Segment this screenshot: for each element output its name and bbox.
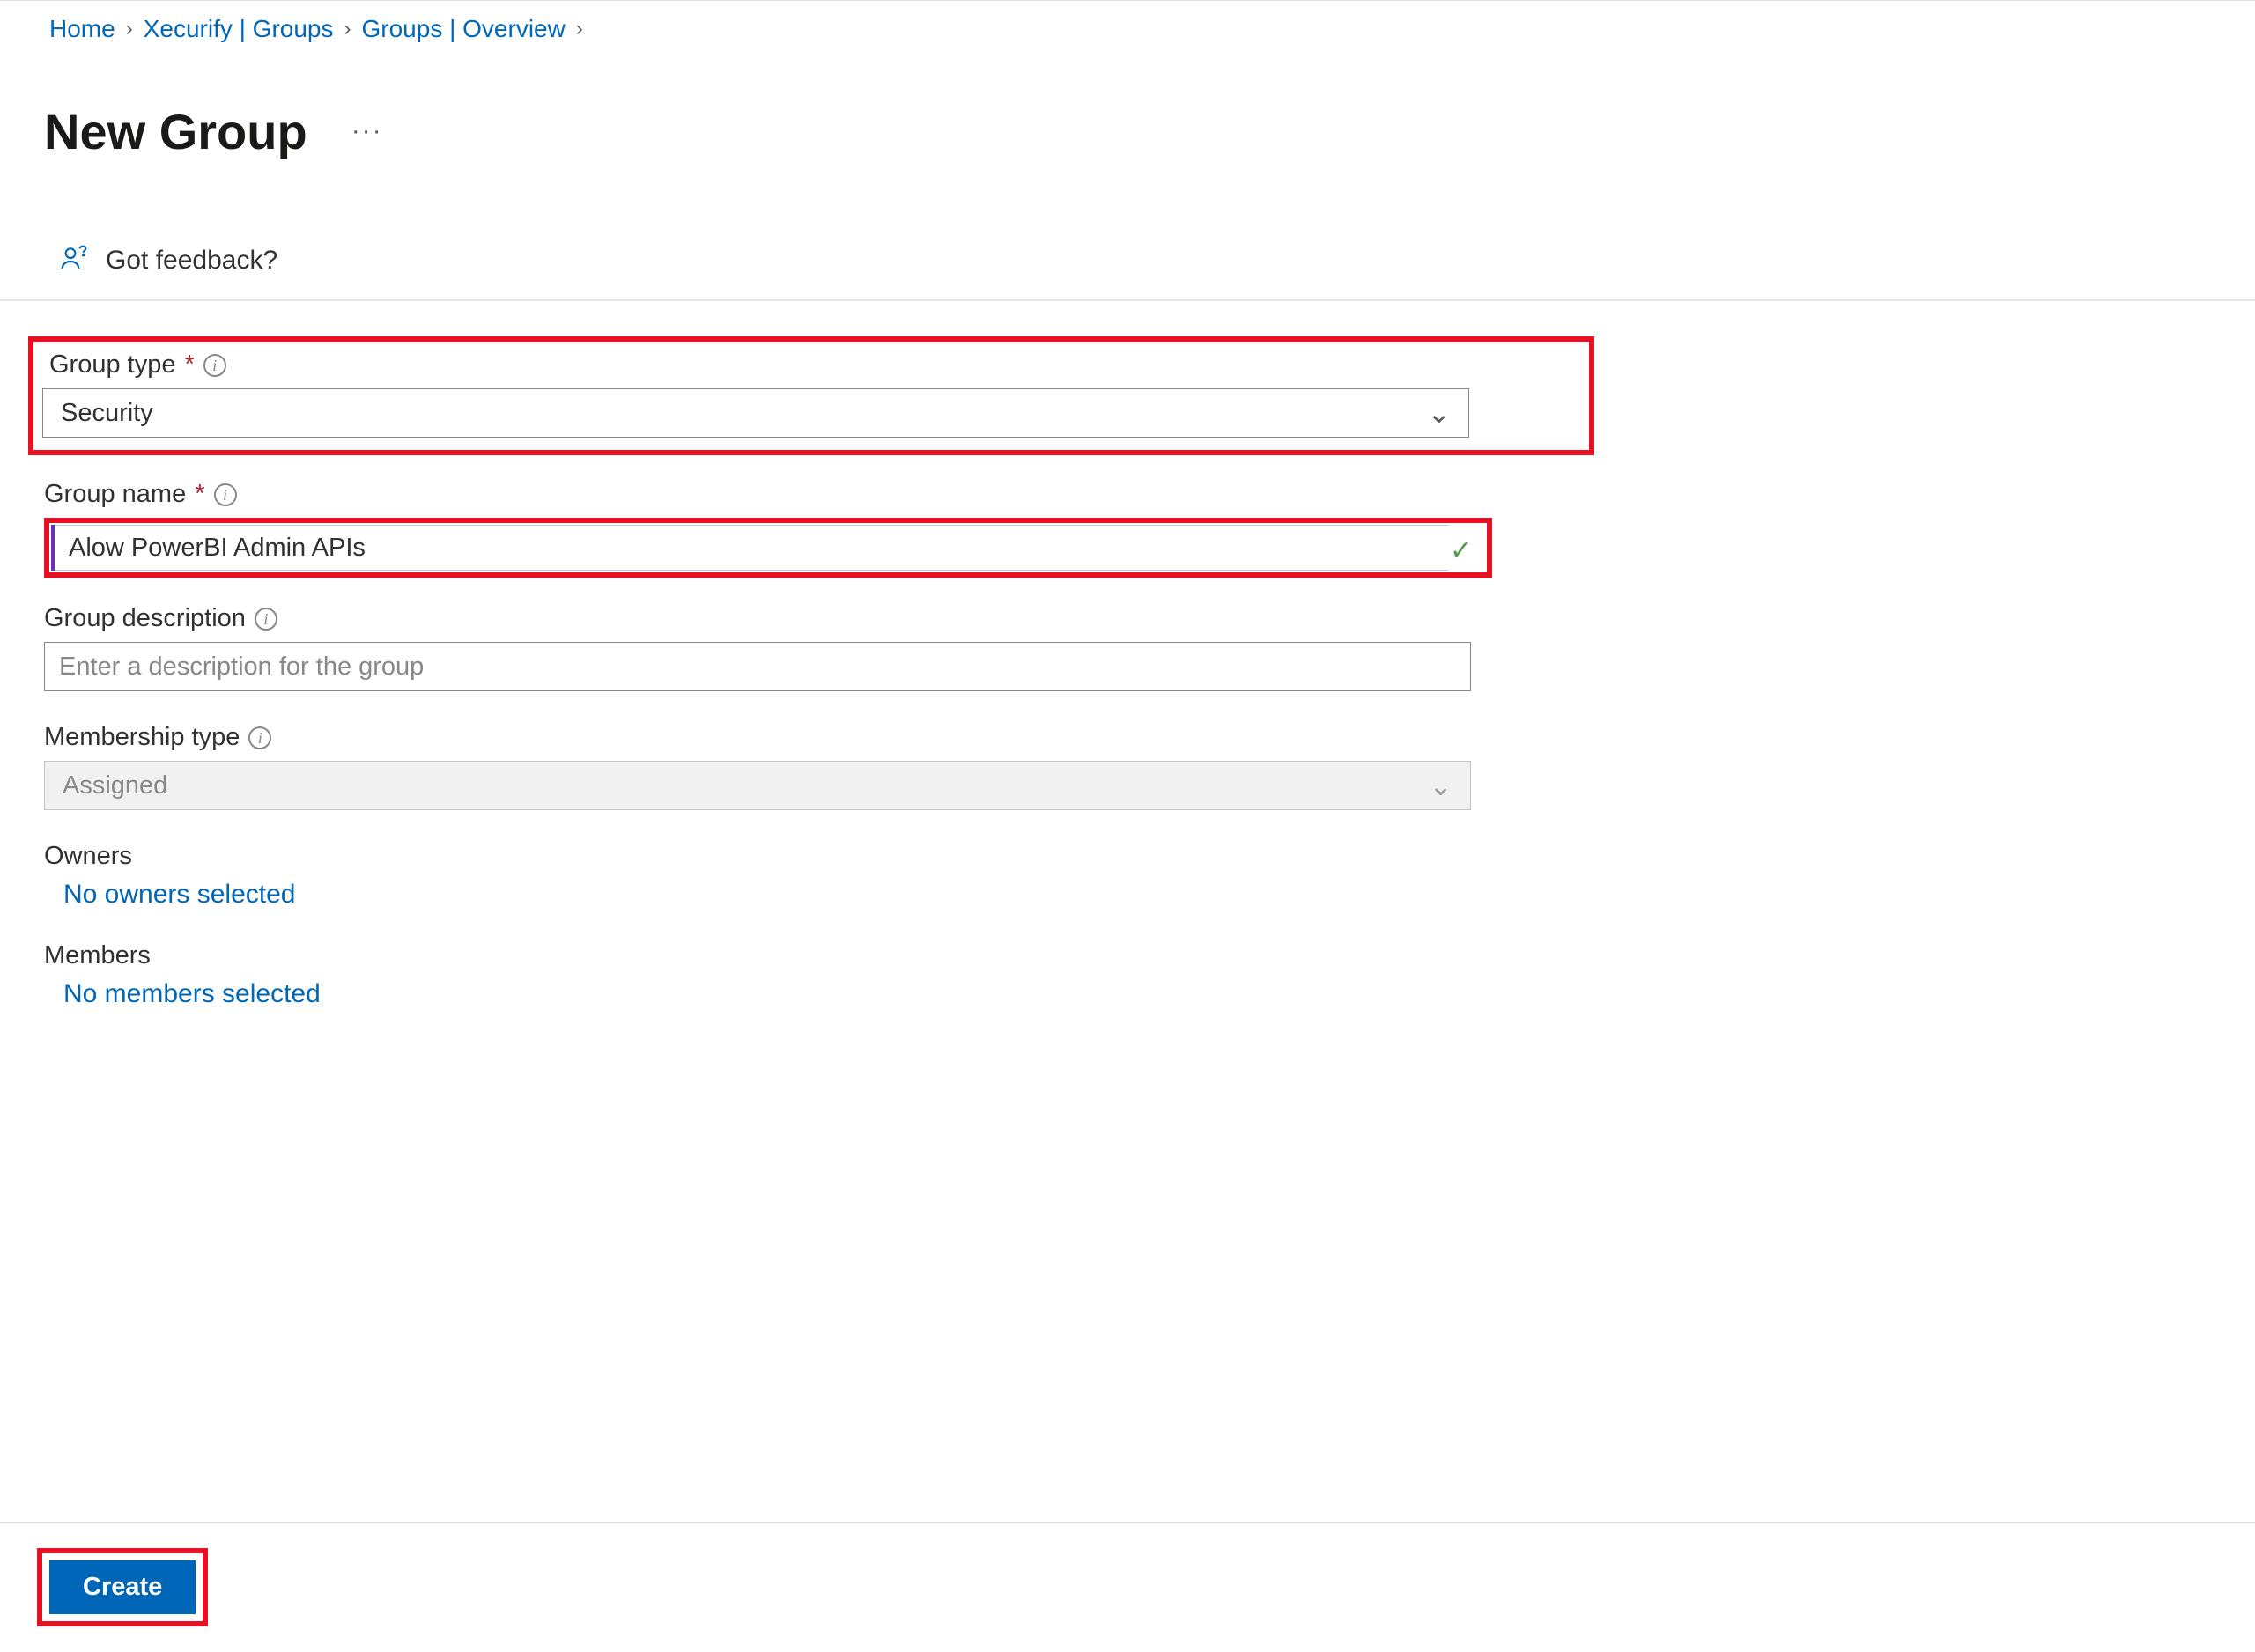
membership-type-value: Assigned — [63, 771, 167, 800]
required-asterisk: * — [195, 480, 204, 509]
owners-label: Owners — [44, 842, 1524, 871]
group-name-label: Group name * i — [44, 480, 1524, 509]
chevron-right-icon: › — [576, 17, 583, 41]
members-label: Members — [44, 941, 1524, 970]
info-icon[interactable]: i — [248, 726, 271, 749]
group-description-label: Group description i — [44, 604, 1524, 633]
membership-type-select: Assigned ⌄ — [44, 761, 1471, 810]
more-actions-icon[interactable]: ··· — [351, 116, 383, 146]
highlight-create: Create — [37, 1548, 208, 1626]
group-description-input[interactable] — [44, 642, 1471, 691]
group-type-label: Group type * i — [49, 350, 1580, 380]
page-title: New Group — [44, 103, 307, 160]
chevron-down-icon: ⌄ — [1429, 769, 1453, 802]
chevron-right-icon: › — [126, 17, 133, 41]
feedback-icon — [60, 244, 88, 277]
info-icon[interactable]: i — [203, 354, 226, 377]
membership-type-label: Membership type i — [44, 723, 1524, 752]
info-icon[interactable]: i — [255, 608, 277, 631]
owners-field: Owners No owners selected — [44, 842, 1524, 910]
chevron-down-icon: ⌄ — [1427, 396, 1451, 430]
feedback-link[interactable]: Got feedback? — [0, 221, 2255, 301]
members-field: Members No members selected — [44, 941, 1524, 1009]
chevron-right-icon: › — [344, 17, 351, 41]
highlight-group-name: ✓ — [44, 518, 1492, 578]
breadcrumb-home[interactable]: Home — [49, 15, 115, 43]
group-type-value: Security — [61, 399, 153, 428]
group-name-input[interactable] — [55, 525, 1448, 571]
membership-type-field: Membership type i Assigned ⌄ — [44, 723, 1524, 810]
owners-link[interactable]: No owners selected — [44, 880, 1524, 910]
create-button[interactable]: Create — [49, 1560, 196, 1614]
highlight-group-type: Group type * i Security ⌄ — [28, 336, 1594, 455]
info-icon[interactable]: i — [214, 483, 237, 506]
checkmark-icon: ✓ — [1450, 535, 1472, 566]
breadcrumb: Home › Xecurify | Groups › Groups | Over… — [0, 1, 2255, 52]
group-type-select[interactable]: Security ⌄ — [42, 388, 1469, 438]
bottom-bar: Create — [0, 1522, 2255, 1650]
required-asterisk: * — [184, 350, 194, 380]
new-group-form: Group type * i Security ⌄ Group name * i… — [0, 336, 1524, 1009]
title-row: New Group ··· — [0, 52, 2255, 221]
members-link[interactable]: No members selected — [44, 979, 1524, 1009]
breadcrumb-xecurify-groups[interactable]: Xecurify | Groups — [144, 15, 334, 43]
feedback-label: Got feedback? — [106, 246, 277, 276]
breadcrumb-groups-overview[interactable]: Groups | Overview — [362, 15, 566, 43]
group-description-field: Group description i — [44, 604, 1524, 691]
